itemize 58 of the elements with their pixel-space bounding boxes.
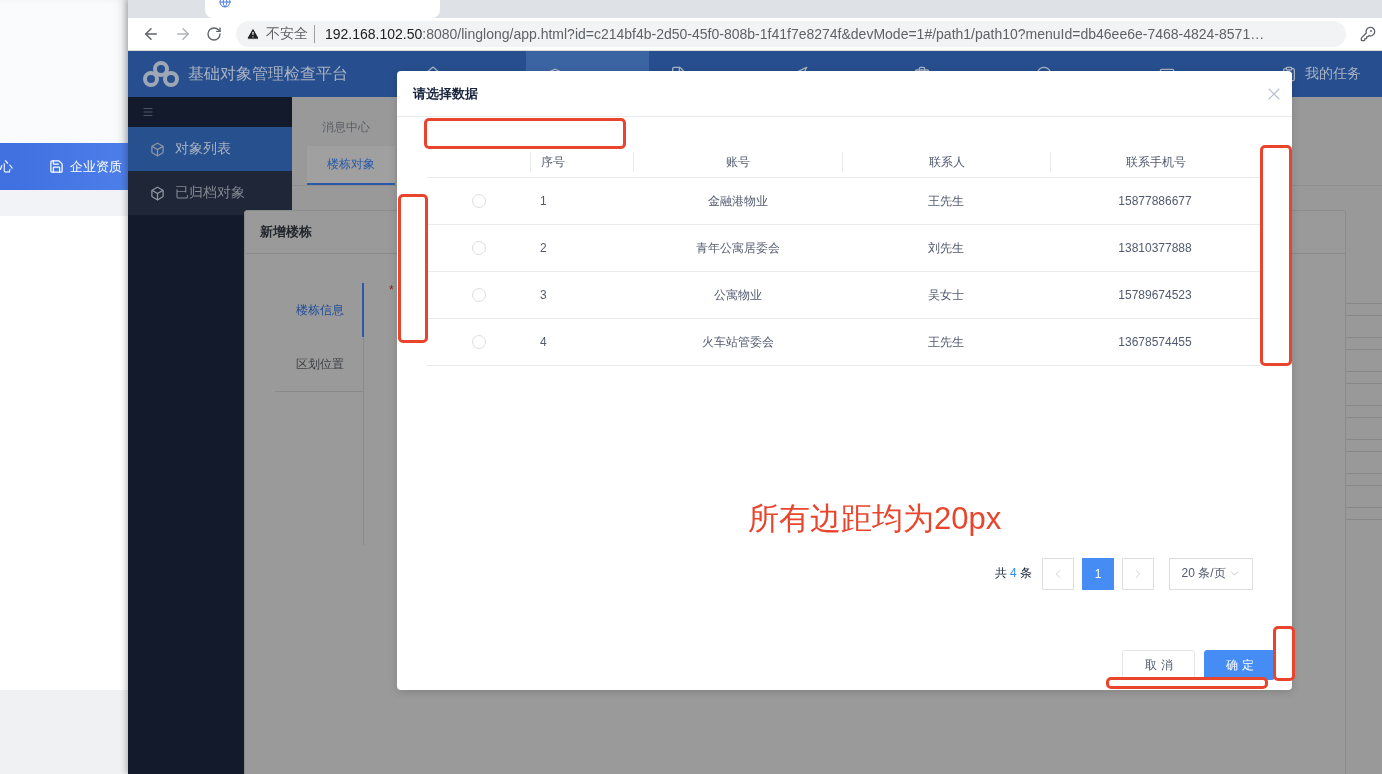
sidebar-item[interactable]: 已归档对象 bbox=[128, 171, 292, 215]
app-title: 基础对象管理检查平台 bbox=[188, 63, 348, 84]
table-cell-text: 2 bbox=[539, 241, 548, 255]
required-mark: * bbox=[389, 283, 394, 299]
document-icon bbox=[49, 159, 64, 174]
column-header: 账号 bbox=[633, 152, 842, 172]
page-size-select[interactable]: 20 条/页 bbox=[1169, 557, 1253, 590]
side-tab[interactable]: 楼栋信息 bbox=[275, 283, 364, 337]
table-cell-text: 刘先生 bbox=[927, 239, 965, 257]
nav-label: 我的任务 bbox=[1304, 65, 1361, 83]
box-icon bbox=[150, 141, 165, 157]
side-tab[interactable]: 区划位置 bbox=[275, 337, 364, 392]
menu-icon bbox=[142, 106, 154, 118]
reload-icon bbox=[206, 26, 222, 42]
table-cell-text: 3 bbox=[539, 288, 548, 302]
sidebar-label: 已归档对象 bbox=[175, 184, 245, 202]
key-icon bbox=[1360, 26, 1376, 42]
box-icon bbox=[150, 185, 165, 201]
url-path: :8080/linglong/app.html?id=c214bf4b-2d50-45f0-808b-1f41f7e8274f&devMode=1#/path1/path10?menuId=db46ee6e-7468-4824-8571… bbox=[422, 26, 1265, 42]
tab[interactable]: 楼栋对象 bbox=[307, 146, 395, 185]
url-host: 192.168.102.50 bbox=[325, 26, 423, 42]
table-cell-text: 金融港物业 bbox=[706, 192, 769, 210]
table-cell-text: 王先生 bbox=[927, 192, 965, 210]
table-cell-text: 4 bbox=[539, 335, 548, 349]
prev-page-button[interactable] bbox=[1042, 557, 1074, 590]
sidebar-item[interactable]: 对象列表 bbox=[128, 127, 292, 171]
warning-icon bbox=[246, 27, 260, 41]
menu-item[interactable]: 企业资质 bbox=[70, 157, 122, 176]
cancel-button[interactable]: 取消 bbox=[1122, 650, 1195, 680]
table-cell-text: 1 bbox=[539, 194, 548, 208]
table-cell-text: 青年公寓居委会 bbox=[694, 239, 781, 257]
logo-icon bbox=[142, 59, 180, 89]
total-count: 共 4 条 bbox=[994, 565, 1032, 582]
menu-item[interactable]: 心 bbox=[0, 157, 13, 176]
table-cell-text: 王先生 bbox=[927, 333, 965, 351]
column-header: 序号 bbox=[530, 152, 633, 172]
table-cell-text: 火车站管委会 bbox=[700, 333, 775, 351]
table-cell-text: 公寓物业 bbox=[712, 286, 763, 304]
back-icon bbox=[142, 25, 160, 43]
address-field[interactable]: 不安全 192.168.102.50:8080/linglong/app.html?id=c214bf4b-2d50-45f0-808b-1f41f7e8274f&devMode=1#/path1/path10?menuId=db46ee6e-7468-4824-8571… bbox=[236, 21, 1346, 47]
table-cell-text: 15789674523 bbox=[1117, 288, 1193, 302]
security-label: 不安全 bbox=[266, 25, 315, 43]
column-header: 联系手机号 bbox=[1050, 152, 1260, 172]
table-cell-text: 吴女士 bbox=[927, 286, 965, 304]
sidebar-label: 对象列表 bbox=[175, 140, 231, 158]
page-button[interactable]: 1 bbox=[1082, 557, 1114, 590]
dialog-title: 请选择数据 bbox=[413, 84, 478, 103]
column-header: 联系人 bbox=[842, 152, 1050, 172]
forward-icon bbox=[174, 25, 192, 43]
annotation-note: 所有边距均为20px bbox=[748, 500, 1002, 538]
next-page-button[interactable] bbox=[1122, 557, 1154, 590]
annotation-box bbox=[1273, 626, 1295, 681]
confirm-button[interactable]: 确定 bbox=[1204, 650, 1275, 680]
table-cell-text: 13810377888 bbox=[1117, 241, 1193, 255]
browser-tab[interactable] bbox=[205, 0, 440, 18]
table-cell-text: 15877886677 bbox=[1117, 194, 1193, 208]
dialog-title: 新增楼栋 bbox=[260, 223, 312, 241]
table-cell-text: 13678574455 bbox=[1117, 335, 1193, 349]
